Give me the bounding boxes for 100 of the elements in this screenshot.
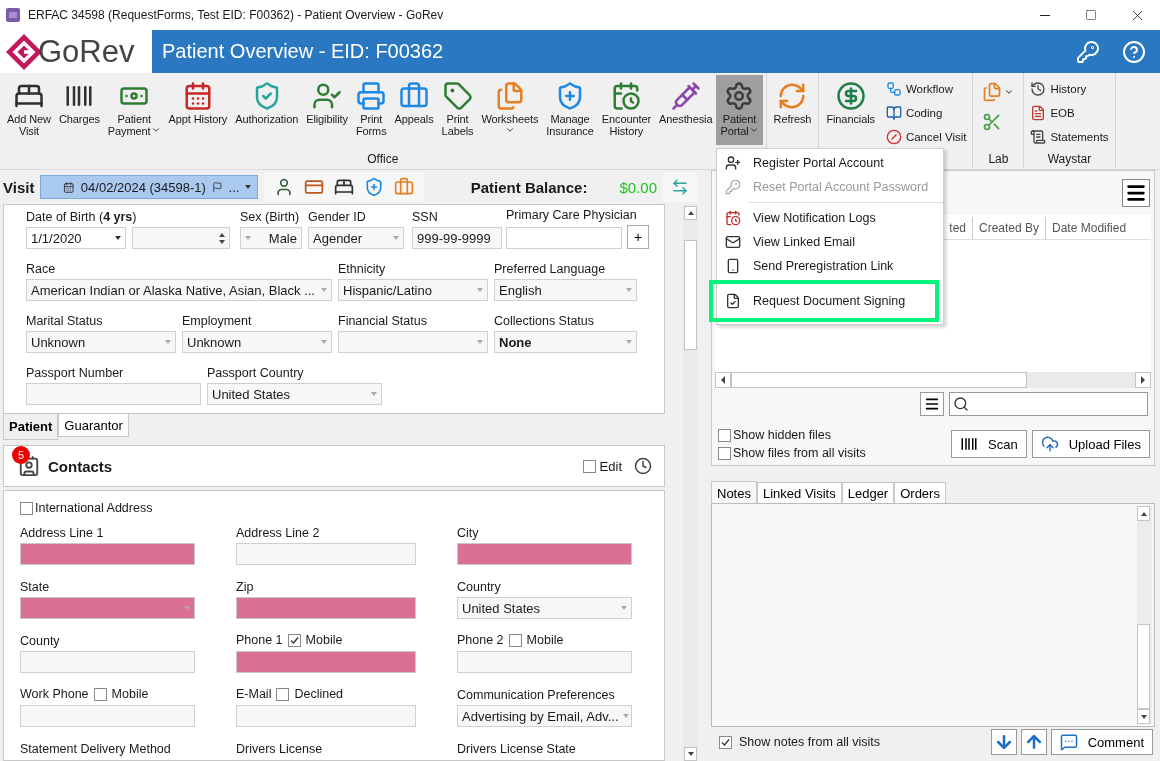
- caret-icon: [321, 340, 327, 344]
- dropdown-field[interactable]: Advertising by Email, Adv...: [457, 705, 632, 727]
- text-field[interactable]: [20, 543, 195, 565]
- dropdown-field[interactable]: [20, 597, 195, 619]
- menu-item[interactable]: Request Document Signing: [709, 280, 939, 322]
- ribbon-button[interactable]: Print Labels: [437, 75, 478, 145]
- mail-icon: [725, 234, 741, 250]
- ribbon-button[interactable]: Appt History: [164, 75, 232, 145]
- clock-icon[interactable]: [634, 457, 652, 475]
- ribbon-button[interactable]: Add New Visit: [3, 75, 55, 145]
- checkbox[interactable]: [582, 459, 596, 473]
- checkbox[interactable]: [276, 687, 290, 701]
- text-field[interactable]: [26, 383, 201, 405]
- dropdown-field[interactable]: Male: [240, 227, 302, 249]
- bed-icon[interactable]: [334, 177, 355, 197]
- dropdown-field[interactable]: Hispanic/Latino: [338, 279, 488, 301]
- ribbon-button[interactable]: History: [1027, 77, 1112, 101]
- swap-button[interactable]: [663, 172, 697, 202]
- menu-item[interactable]: Register Portal Account: [717, 151, 943, 175]
- checkbox[interactable]: [287, 633, 301, 647]
- menu-icon: [1125, 182, 1147, 204]
- tab[interactable]: Guarantor: [58, 414, 129, 437]
- menu-item[interactable]: Send Preregistration Link: [717, 254, 943, 278]
- scan-button[interactable]: Scan: [951, 430, 1027, 458]
- help-icon[interactable]: [1122, 39, 1146, 64]
- tab[interactable]: Orders: [894, 482, 946, 503]
- dropdown-field[interactable]: Unknown: [26, 331, 176, 353]
- number-field[interactable]: [132, 227, 230, 249]
- ribbon-button[interactable]: Print Forms: [351, 75, 391, 145]
- date-field[interactable]: 1/1/2020: [26, 227, 126, 249]
- checkbox[interactable]: [719, 735, 732, 749]
- dropdown-field[interactable]: United States: [207, 383, 382, 405]
- ribbon-button[interactable]: Coding: [882, 101, 970, 125]
- menu-button[interactable]: [920, 392, 944, 416]
- text-field[interactable]: [236, 597, 416, 619]
- ribbon-button[interactable]: Anesthesia: [655, 75, 717, 145]
- search-field[interactable]: [949, 392, 1148, 416]
- menu-item[interactable]: View Linked Email: [717, 230, 943, 254]
- field-label: Marital Status: [26, 313, 103, 330]
- visit-dropdown[interactable]: 04/02/2024 (34598-1) ...: [40, 175, 259, 199]
- dropdown-field[interactable]: Agender: [308, 227, 404, 249]
- ribbon-button[interactable]: Statements: [1027, 125, 1112, 149]
- tab[interactable]: Notes: [711, 481, 757, 504]
- barcode-icon: [960, 435, 979, 453]
- text-field[interactable]: [20, 705, 195, 727]
- move-up-button[interactable]: [1020, 729, 1047, 755]
- keys-icon[interactable]: [1076, 39, 1100, 64]
- comment-button[interactable]: Comment: [1050, 729, 1153, 755]
- checkbox[interactable]: [508, 633, 522, 647]
- ribbon-button[interactable]: Financials: [822, 75, 879, 145]
- text-field[interactable]: [457, 651, 632, 673]
- dropdown-field[interactable]: Unknown: [182, 331, 332, 353]
- checkbox[interactable]: [718, 446, 731, 460]
- scrollbar[interactable]: [683, 204, 698, 761]
- text-field[interactable]: [457, 543, 632, 565]
- ribbon-button[interactable]: Appeals: [390, 75, 438, 145]
- scrollbar[interactable]: [1137, 506, 1152, 724]
- column-header[interactable]: Date Modified: [1045, 217, 1133, 239]
- menu-item[interactable]: View Notification Logs: [717, 206, 943, 230]
- caret-icon: [626, 288, 632, 292]
- field-label: County: [20, 633, 60, 650]
- text-field[interactable]: 999-99-9999: [412, 227, 502, 249]
- ribbon-button[interactable]: Eligibility: [302, 75, 352, 145]
- dropdown-field[interactable]: American Indian or Alaska Native, Asian, Black ...: [26, 279, 332, 301]
- text-field[interactable]: [236, 651, 416, 673]
- text-field[interactable]: [236, 705, 416, 727]
- dropdown-field[interactable]: English: [494, 279, 637, 301]
- text-field[interactable]: [20, 651, 195, 673]
- checkbox[interactable]: [718, 428, 731, 442]
- briefcase-icon[interactable]: [394, 177, 415, 197]
- dropdown-field[interactable]: None: [494, 331, 637, 353]
- shield-plus-icon[interactable]: [364, 177, 385, 197]
- ribbon-button[interactable]: Cancel Visit: [882, 125, 970, 149]
- add-button[interactable]: +: [627, 225, 649, 249]
- text-field[interactable]: [236, 543, 416, 565]
- column-header[interactable]: Created By: [972, 217, 1046, 239]
- tab[interactable]: Ledger: [841, 482, 895, 503]
- dropdown-field[interactable]: United States: [457, 597, 632, 619]
- id-card-icon[interactable]: [304, 177, 325, 197]
- tab[interactable]: Linked Visits: [756, 482, 842, 503]
- text-field[interactable]: [506, 227, 622, 249]
- move-down-button[interactable]: [990, 729, 1017, 755]
- ribbon-button[interactable]: Worksheets: [477, 75, 543, 145]
- ribbon-button[interactable]: Manage Insurance: [542, 75, 598, 145]
- scrollbar[interactable]: [715, 372, 1151, 388]
- ribbon-button[interactable]: Charges: [54, 75, 104, 145]
- checkbox[interactable]: [93, 687, 107, 701]
- ribbon-button[interactable]: EOB: [1027, 101, 1112, 125]
- ribbon-button[interactable]: Patient Payment: [103, 75, 165, 145]
- menu-button[interactable]: [1122, 179, 1150, 207]
- tab[interactable]: Patient: [3, 414, 59, 440]
- ribbon-button[interactable]: Workflow: [882, 77, 970, 101]
- checkbox[interactable]: [20, 501, 33, 515]
- ribbon-button[interactable]: Authorization: [231, 75, 303, 145]
- cloud-upload-icon: [1040, 435, 1059, 453]
- upload-button[interactable]: Upload Files: [1031, 430, 1150, 458]
- ribbon-button[interactable]: Patient Portal: [716, 75, 763, 145]
- ribbon-button[interactable]: Refresh: [769, 75, 816, 145]
- dropdown-field[interactable]: [338, 331, 488, 353]
- ribbon-button[interactable]: Encounter History: [597, 75, 655, 145]
